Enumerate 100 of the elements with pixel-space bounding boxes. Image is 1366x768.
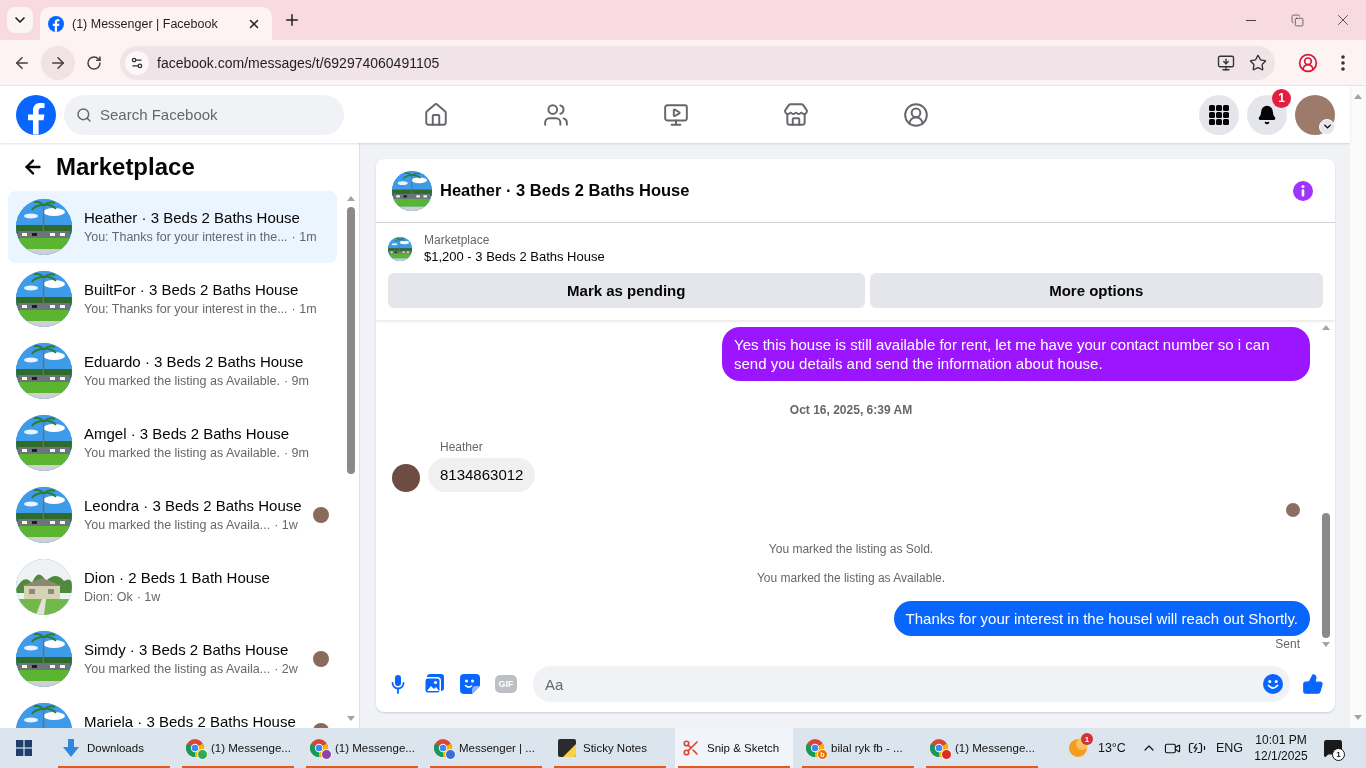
thumbs-up-icon <box>1302 673 1324 695</box>
image-icon <box>424 674 444 694</box>
message-preview: You: Thanks for your interest in the... <box>84 301 288 318</box>
weather-badge: 1 <box>1080 733 1093 745</box>
message-input[interactable]: Aa <box>533 666 1290 702</box>
message-preview: You marked the listing as Availa... <box>84 661 271 678</box>
notification-badge: 1 <box>1272 88 1291 108</box>
conversation-title: Mariela · 3 Beds 2 Baths House <box>84 712 297 728</box>
profile-avatar[interactable] <box>1295 94 1335 135</box>
notification-badge: 1 <box>1332 748 1345 761</box>
listing-source: Marketplace <box>424 232 491 248</box>
house-photo <box>16 415 72 471</box>
favicon-icon <box>48 15 64 32</box>
notifications-button[interactable]: 1 <box>1313 728 1353 768</box>
listing-event: You marked the listing as Available. <box>756 570 946 586</box>
clock[interactable]: 10:01 PM 12/1/2025 <box>1253 732 1309 764</box>
scroll-up-icon[interactable] <box>1322 325 1330 330</box>
read-receipt-avatar <box>1286 503 1300 517</box>
info-icon <box>1293 180 1313 201</box>
conversation-title: Eduardo · 3 Beds 2 Baths House <box>84 352 305 372</box>
action-button[interactable]: Mark as pending <box>388 273 865 308</box>
scroll-down-icon[interactable] <box>347 716 355 721</box>
video-icon <box>663 101 689 128</box>
conversation-item[interactable]: Amgel · 3 Beds 2 Baths House You marked the listing as Available. · 9m <box>8 407 337 479</box>
menu-button[interactable] <box>1199 94 1239 135</box>
message-preview: You: Thanks for your interest in the... <box>84 229 288 246</box>
message-time: · 1m <box>291 301 317 318</box>
chevron-down-icon <box>1319 118 1335 135</box>
message-time: · 9m <box>283 445 309 462</box>
conversation-item[interactable]: Leondra · 3 Beds 2 Baths House You marked the listing as Availa... · 1w <box>8 479 337 551</box>
scroll-down-icon[interactable] <box>1322 642 1330 647</box>
listing-title: $1,200 - 3 Beds 2 Baths House <box>424 248 605 266</box>
conversation-item[interactable]: BuiltFor · 3 Beds 2 Baths House You: Thanks for your interest in the... · 1m <box>8 263 337 335</box>
logo-icon[interactable] <box>16 94 56 135</box>
house-photo <box>16 199 72 255</box>
scroll-up-icon[interactable] <box>347 196 355 201</box>
install-icon <box>1217 53 1235 72</box>
avatar <box>392 464 420 492</box>
conversation-item[interactable]: Simdy · 3 Beds 2 Baths House You marked the listing as Availa... · 2w <box>8 623 337 695</box>
emoji-icon <box>1263 674 1283 694</box>
tab-list-button[interactable] <box>7 7 33 33</box>
notifications-button[interactable] <box>1247 94 1287 135</box>
forward-button[interactable] <box>41 45 75 80</box>
site-info-button[interactable] <box>125 50 149 75</box>
address-bar[interactable]: facebook.com/messages/t/692974060491105 <box>120 45 1275 80</box>
star-icon <box>1249 53 1267 72</box>
menu-icon <box>1341 54 1345 71</box>
browser-tab[interactable]: (1) Messenger | Facebook <box>40 7 272 40</box>
search-field[interactable]: Search Facebook <box>64 94 344 135</box>
taskbar-app[interactable]: (1) Messenge... <box>179 728 297 768</box>
weather-icon <box>1067 738 1088 758</box>
house-photo <box>16 559 72 615</box>
store-icon <box>783 101 809 128</box>
message-preview: You marked the listing as Available. <box>84 373 280 390</box>
house-photo <box>16 487 72 543</box>
user-icon <box>1298 52 1318 73</box>
conversation-item[interactable]: Heather · 3 Beds 2 Baths House You: Thanks for your interest in the... · 1m <box>8 191 337 263</box>
sender-name: Heather <box>440 440 483 454</box>
language-indicator: ENG <box>1215 741 1243 755</box>
taskbar-app[interactable]: Sticky Notes <box>551 728 669 768</box>
browser-icon <box>806 739 824 757</box>
message-time: · 1m <box>291 229 317 246</box>
conversation-title: BuiltFor · 3 Beds 2 Baths House <box>84 280 300 300</box>
message-timestamp: Oct 16, 2025, 6:39 AM <box>789 402 913 418</box>
taskbar-app[interactable]: Snip & Sketch <box>675 728 793 768</box>
message-preview: You marked the listing as Available. <box>84 445 280 462</box>
emoji-button[interactable] <box>1263 674 1283 694</box>
scissors-icon <box>682 739 700 757</box>
taskbar-app[interactable]: Downloads <box>55 728 173 768</box>
chat-title: Heather · 3 Beds 2 Baths House <box>440 181 691 200</box>
sent-message: Yes this house is still available for rent, let me have your contact number so i can send you details and send the information about house. <box>722 327 1310 381</box>
listing-event: You marked the listing as Sold. <box>768 541 934 557</box>
message-time: · 9m <box>283 373 309 390</box>
message-preview: You marked the listing as Availa... <box>84 517 271 534</box>
message-time: · 1w <box>136 589 161 606</box>
taskbar-app[interactable]: Messenger | ... <box>427 728 545 768</box>
people-icon <box>543 101 569 128</box>
house-photo <box>16 271 72 327</box>
sliders-icon <box>130 55 144 70</box>
microphone-icon <box>391 674 405 694</box>
grid-menu-icon <box>1209 104 1229 125</box>
conversation-title: Leondra · 3 Beds 2 Baths House <box>84 496 303 516</box>
house-photo <box>16 631 72 687</box>
person-circle-icon <box>903 101 929 128</box>
scrollbar-thumb[interactable] <box>347 207 355 474</box>
scrollbar-thumb[interactable] <box>1322 513 1330 638</box>
restore-icon <box>1290 13 1304 27</box>
home-icon <box>423 101 449 128</box>
message-time: · 1w <box>274 517 298 534</box>
url-text: facebook.com/messages/t/692974060491105 <box>157 54 441 71</box>
taskbar-app[interactable]: (1) Messenge... <box>923 728 1041 768</box>
conversation-item[interactable]: Dion · 2 Beds 1 Bath House Dion: Ok · 1w <box>8 551 337 623</box>
reload-icon <box>86 54 102 71</box>
message-status: Sent <box>1275 636 1300 652</box>
conversation-title: Heather · 3 Beds 2 Baths House <box>84 208 301 228</box>
conversation-item[interactable]: Eduardo · 3 Beds 2 Baths House You marked the listing as Available. · 9m <box>8 335 337 407</box>
taskbar-app[interactable]: (1) Messenge... <box>303 728 421 768</box>
sent-message: Thanks for your interest in the housel will reach out Shortly. <box>893 601 1310 636</box>
action-button[interactable]: More options <box>869 273 1323 308</box>
download-arrow-icon <box>62 739 80 757</box>
